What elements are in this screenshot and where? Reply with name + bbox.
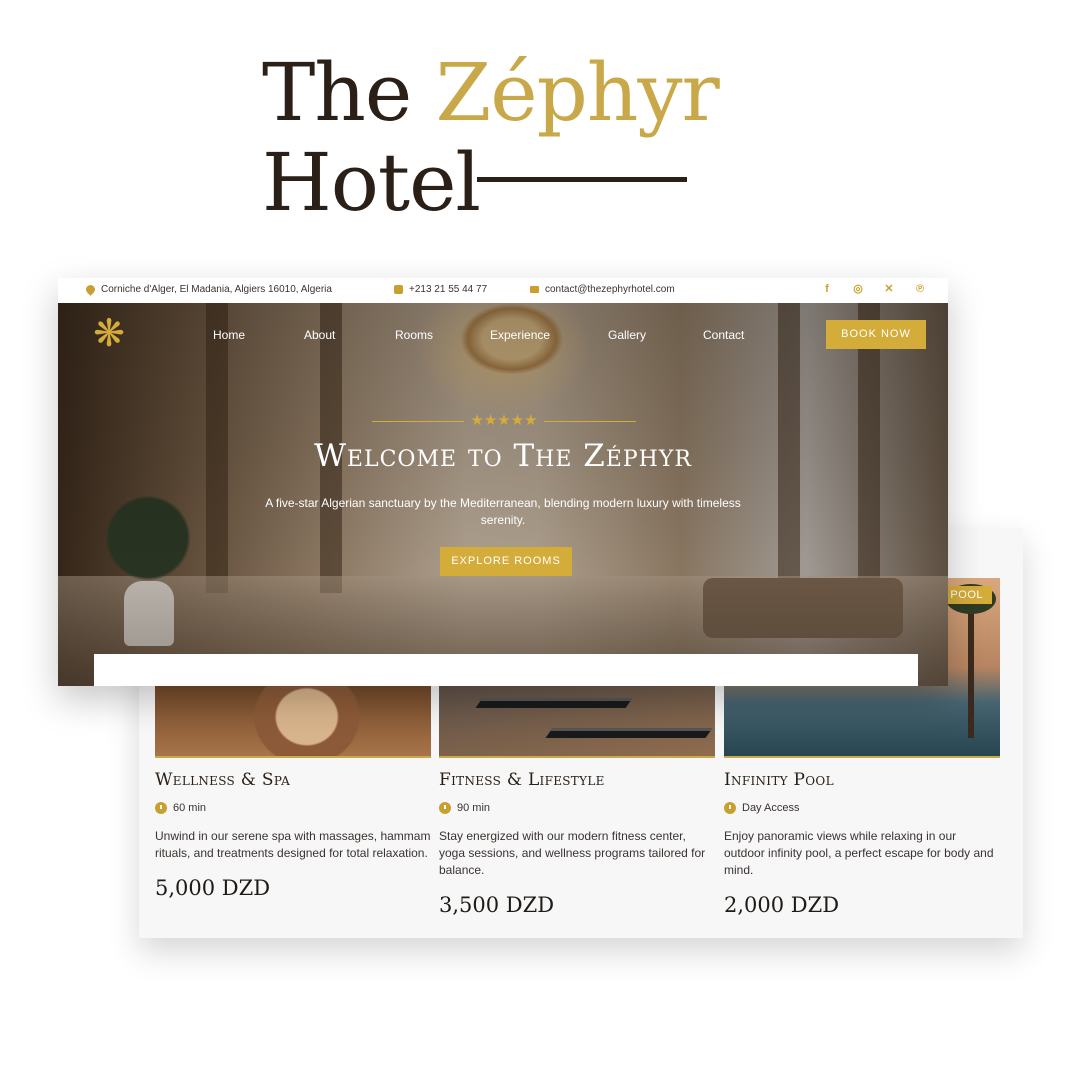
hotel-logo-icon[interactable]: ❋ [88,313,130,355]
service-description: Stay energized with our modern fitness c… [439,829,706,877]
service-price: 2,000 DZD [724,893,840,917]
star-icon: ★ [483,412,498,429]
nav-item-gallery[interactable]: Gallery [608,328,646,342]
service-duration: 60 min [155,802,431,814]
treadmill-shape [545,728,713,738]
title-word: The [262,46,412,139]
nav-item-experience[interactable]: Experience [490,328,550,342]
nav-item-home[interactable]: Home [213,328,245,342]
service-price: 5,000 DZD [155,876,271,900]
service-duration-label: Day Access [742,802,800,814]
phone-icon [394,285,403,294]
service-duration-label: 90 min [457,802,491,814]
hero-subtitle: A five-star Algerian sanctuary by the Me… [265,496,741,527]
book-now-button[interactable]: BOOK NOW [826,320,926,349]
title-accent-word: Zéphyr [435,46,720,139]
email-item[interactable]: contact@thezephyrhotel.com [530,284,675,295]
hero-banner: ❋ Home About Rooms Experience Gallery Co… [58,303,948,686]
mail-icon [530,286,539,293]
hero-title: Welcome to The Zéphyr [314,438,692,474]
star-icon: ★ [510,412,525,429]
star-rating: ★★★★★ [364,411,644,431]
address-text: Corniche d'Alger, El Madania, Algiers 16… [101,284,332,295]
page-title-line2: Hotel [262,136,481,229]
service-name: Fitness & Lifestyle [439,770,605,790]
instagram-icon[interactable]: ◎ [852,283,864,295]
service-price: 3,500 DZD [439,893,555,917]
clock-icon [724,802,736,814]
service-duration: 90 min [439,802,715,814]
service-description: Unwind in our serene spa with massages, … [155,829,431,860]
service-description: Enjoy panoramic views while relaxing in … [724,829,994,877]
x-icon[interactable]: ✕ [883,283,895,295]
service-duration: Day Access [724,802,1000,814]
facebook-icon[interactable]: f [821,283,833,295]
service-name: Wellness & Spa [155,770,291,790]
pool-badge: POOL [941,586,992,604]
website-hero-card: Corniche d'Alger, El Madania, Algiers 16… [58,278,948,686]
star-icon: ★ [470,412,484,429]
clock-icon [155,802,167,814]
phone-item[interactable]: +213 21 55 44 77 [394,284,487,295]
treadmill-shape [475,698,633,708]
phone-text[interactable]: +213 21 55 44 77 [409,284,487,295]
nav-item-contact[interactable]: Contact [703,328,744,342]
address-item: Corniche d'Alger, El Madania, Algiers 16… [84,283,332,296]
explore-rooms-button[interactable]: EXPLORE ROOMS [440,547,572,576]
star-icon: ★ [497,412,511,429]
service-duration-label: 60 min [173,802,207,814]
email-text[interactable]: contact@thezephyrhotel.com [545,284,675,295]
booking-strip [94,654,918,686]
clock-icon [439,802,451,814]
stars-group: ★★★★★ [470,412,537,430]
nav-item-about[interactable]: About [304,328,335,342]
location-pin-icon [84,283,97,296]
star-icon: ★ [524,412,538,429]
rating-divider [372,420,465,422]
nav-item-rooms[interactable]: Rooms [395,328,433,342]
palm-shape [968,598,974,738]
title-divider [477,177,687,182]
page-title: The Zéphyr [262,46,720,139]
pinterest-icon[interactable]: ℗ [914,283,926,295]
service-name: Infinity Pool [724,770,834,790]
rating-divider [543,420,636,422]
contact-topbar: Corniche d'Alger, El Madania, Algiers 16… [58,278,948,303]
